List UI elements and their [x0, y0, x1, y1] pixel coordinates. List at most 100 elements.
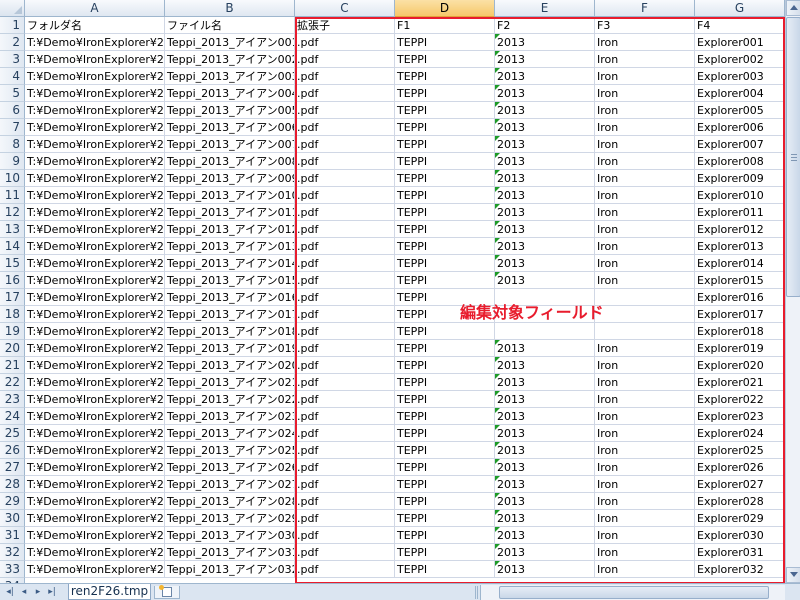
cell-d[interactable]: TEPPI [395, 323, 495, 340]
cell-c[interactable]: .pdf [295, 289, 395, 306]
cell-g[interactable]: F4 [695, 17, 785, 34]
cell-a[interactable]: T:¥Demo¥IronExplorer¥201 [25, 136, 165, 153]
cell-a[interactable]: フォルダ名 [25, 17, 165, 34]
cell-a[interactable]: T:¥Demo¥IronExplorer¥201 [25, 442, 165, 459]
cell-b[interactable]: Teppi_2013_アイアン031 [165, 544, 295, 561]
cell-e[interactable]: 2013 [495, 340, 595, 357]
cell-a[interactable]: T:¥Demo¥IronExplorer¥201 [25, 170, 165, 187]
cell-e[interactable]: 2013 [495, 391, 595, 408]
cell-f[interactable]: Iron [595, 476, 695, 493]
select-all-corner[interactable] [0, 0, 25, 17]
cell-g[interactable]: Explorer031 [695, 544, 785, 561]
cell-b[interactable]: Teppi_2013_アイアン022 [165, 391, 295, 408]
cell-b[interactable]: Teppi_2013_アイアン023 [165, 408, 295, 425]
cell-d[interactable]: TEPPI [395, 272, 495, 289]
cell-d[interactable]: TEPPI [395, 102, 495, 119]
cell-d[interactable]: TEPPI [395, 493, 495, 510]
cell-f[interactable] [595, 306, 695, 323]
cell-c[interactable]: .pdf [295, 102, 395, 119]
cell-a[interactable]: T:¥Demo¥IronExplorer¥201 [25, 238, 165, 255]
cell-a[interactable]: T:¥Demo¥IronExplorer¥201 [25, 68, 165, 85]
cell-e[interactable]: 2013 [495, 561, 595, 578]
cell-f[interactable]: Iron [595, 459, 695, 476]
row-header[interactable]: 1 [0, 17, 25, 34]
cell-c[interactable]: .pdf [295, 272, 395, 289]
cell-g[interactable]: Explorer002 [695, 51, 785, 68]
cell-g[interactable]: Explorer014 [695, 255, 785, 272]
cell-e[interactable]: 2013 [495, 119, 595, 136]
row-header[interactable]: 12 [0, 204, 25, 221]
cell-c[interactable]: .pdf [295, 204, 395, 221]
cell-b[interactable]: Teppi_2013_アイアン018 [165, 323, 295, 340]
cell-c[interactable]: .pdf [295, 561, 395, 578]
cell-g[interactable]: Explorer020 [695, 357, 785, 374]
cell-g[interactable]: Explorer003 [695, 68, 785, 85]
cell-g[interactable]: Explorer009 [695, 170, 785, 187]
cell-f[interactable]: Iron [595, 510, 695, 527]
cell-g[interactable]: Explorer005 [695, 102, 785, 119]
cell-f[interactable]: Iron [595, 170, 695, 187]
insert-worksheet-button[interactable] [154, 585, 180, 599]
cell-a[interactable]: T:¥Demo¥IronExplorer¥201 [25, 408, 165, 425]
cell-a[interactable]: T:¥Demo¥IronExplorer¥201 [25, 493, 165, 510]
cell-d[interactable]: TEPPI [395, 136, 495, 153]
row-header[interactable]: 24 [0, 408, 25, 425]
cell-b[interactable]: Teppi_2013_アイアン012 [165, 221, 295, 238]
cell-f[interactable]: Iron [595, 204, 695, 221]
cell-e[interactable]: 2013 [495, 493, 595, 510]
cell-a[interactable]: T:¥Demo¥IronExplorer¥201 [25, 102, 165, 119]
cell-a[interactable]: T:¥Demo¥IronExplorer¥201 [25, 204, 165, 221]
cell-g[interactable]: Explorer016 [695, 289, 785, 306]
cell-a[interactable]: T:¥Demo¥IronExplorer¥201 [25, 221, 165, 238]
cell-a[interactable]: T:¥Demo¥IronExplorer¥201 [25, 527, 165, 544]
cell-g[interactable]: Explorer022 [695, 391, 785, 408]
cell-b[interactable]: Teppi_2013_アイアン028 [165, 493, 295, 510]
cell-d[interactable]: TEPPI [395, 425, 495, 442]
cell-b[interactable]: Teppi_2013_アイアン025 [165, 442, 295, 459]
cell-a[interactable]: T:¥Demo¥IronExplorer¥201 [25, 306, 165, 323]
row-header[interactable]: 2 [0, 34, 25, 51]
cell-g[interactable]: Explorer030 [695, 527, 785, 544]
cell-b[interactable]: Teppi_2013_アイアン027 [165, 476, 295, 493]
cell-g[interactable]: Explorer013 [695, 238, 785, 255]
cell-f[interactable]: Iron [595, 187, 695, 204]
row-header[interactable]: 17 [0, 289, 25, 306]
cell-g[interactable]: Explorer021 [695, 374, 785, 391]
cell-d[interactable]: TEPPI [395, 221, 495, 238]
cell-d[interactable]: TEPPI [395, 238, 495, 255]
row-header[interactable]: 11 [0, 187, 25, 204]
row-header[interactable]: 18 [0, 306, 25, 323]
cell-f[interactable]: Iron [595, 255, 695, 272]
cell-e[interactable]: F2 [495, 17, 595, 34]
cell-g[interactable]: Explorer011 [695, 204, 785, 221]
cell-d[interactable]: TEPPI [395, 544, 495, 561]
cell-c[interactable]: .pdf [295, 170, 395, 187]
cell-f[interactable]: Iron [595, 391, 695, 408]
cell-e[interactable]: 2013 [495, 136, 595, 153]
row-header[interactable]: 27 [0, 459, 25, 476]
cell-a[interactable]: T:¥Demo¥IronExplorer¥201 [25, 51, 165, 68]
cell-d[interactable]: TEPPI [395, 170, 495, 187]
row-header[interactable]: 10 [0, 170, 25, 187]
cell-b[interactable]: Teppi_2013_アイアン008 [165, 153, 295, 170]
cell-c[interactable]: .pdf [295, 238, 395, 255]
cell-b[interactable]: Teppi_2013_アイアン017 [165, 306, 295, 323]
cell-a[interactable]: T:¥Demo¥IronExplorer¥201 [25, 544, 165, 561]
cell-f[interactable]: Iron [595, 68, 695, 85]
cell-e[interactable] [495, 323, 595, 340]
cell-f[interactable]: Iron [595, 136, 695, 153]
cell-e[interactable]: 2013 [495, 442, 595, 459]
cell-b[interactable]: Teppi_2013_アイアン029 [165, 510, 295, 527]
row-header[interactable]: 20 [0, 340, 25, 357]
cell-g[interactable]: Explorer027 [695, 476, 785, 493]
cell-a[interactable]: T:¥Demo¥IronExplorer¥201 [25, 255, 165, 272]
cell-b[interactable]: Teppi_2013_アイアン021 [165, 374, 295, 391]
row-header[interactable]: 9 [0, 153, 25, 170]
cell-d[interactable]: TEPPI [395, 408, 495, 425]
cell-d[interactable]: TEPPI [395, 85, 495, 102]
cell-c[interactable]: .pdf [295, 51, 395, 68]
cell-d[interactable]: TEPPI [395, 34, 495, 51]
cell-d[interactable]: TEPPI [395, 204, 495, 221]
cell-c[interactable]: .pdf [295, 153, 395, 170]
row-header[interactable]: 23 [0, 391, 25, 408]
